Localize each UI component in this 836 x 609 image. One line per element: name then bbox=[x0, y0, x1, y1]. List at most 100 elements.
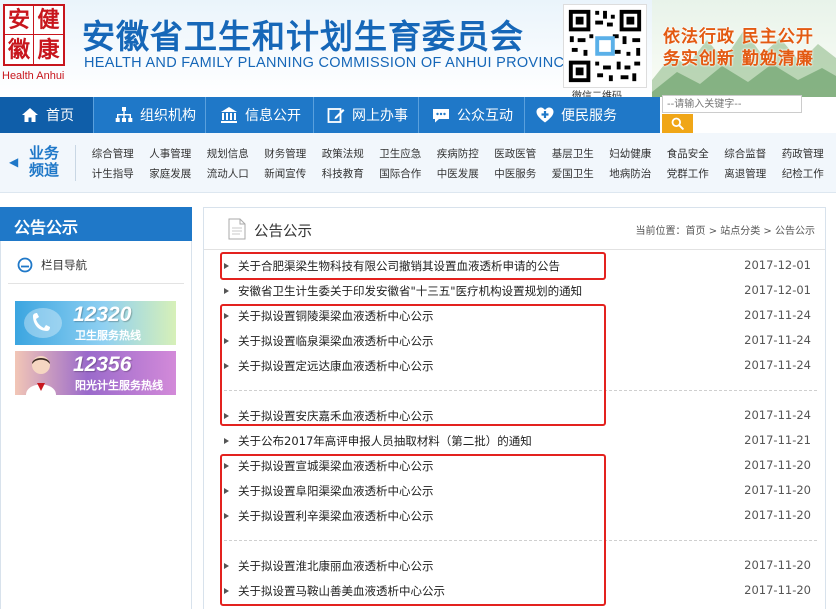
announcement-title[interactable]: 关于公布2017年高评申报人员抽取材料（第二批）的通知 bbox=[238, 433, 532, 449]
channel-arrow-icon: ◀ bbox=[9, 155, 19, 169]
nav-item-label: 组织机构 bbox=[140, 108, 196, 124]
operator-avatar-icon bbox=[26, 356, 56, 395]
announcement-date: 2017-11-21 bbox=[744, 433, 811, 447]
channel-link[interactable]: 计生指导 bbox=[84, 166, 142, 181]
logo-english-text: Health Anhui bbox=[2, 70, 65, 82]
building-icon bbox=[221, 107, 237, 123]
site-logo[interactable]: 安 健 徽 康 bbox=[3, 4, 65, 66]
column-nav-label: 栏目导航 bbox=[41, 258, 87, 272]
nav-divider bbox=[524, 97, 525, 133]
channel-link[interactable]: 科技教育 bbox=[314, 166, 372, 181]
channel-link[interactable]: 流动人口 bbox=[199, 166, 257, 181]
nav-item-info-disclosure[interactable]: 信息公开 bbox=[219, 97, 301, 133]
site-title: 安徽省卫生和计划生育委员会 bbox=[82, 17, 524, 56]
main-navigation: 首页 组织机构 信息公开 网上办事 公众互动 便民服务 bbox=[0, 97, 660, 133]
channel-link[interactable]: 爱国卫生 bbox=[544, 166, 602, 181]
channel-link[interactable]: 中医服务 bbox=[487, 166, 545, 181]
channel-row: 综合管理 人事管理 规划信息 财务管理 政策法规 卫生应急 疾病防控 医政医管 … bbox=[84, 146, 832, 161]
announcement-date: 2017-11-20 bbox=[744, 583, 811, 597]
bullet-arrow-icon bbox=[224, 438, 229, 444]
hotline-number: 12320 bbox=[73, 303, 132, 326]
hotline-label: 阳光计生服务热线 bbox=[75, 379, 163, 392]
heart-plus-icon bbox=[536, 107, 554, 123]
sidebar-divider bbox=[8, 283, 184, 284]
channel-link[interactable]: 疾病防控 bbox=[429, 146, 487, 161]
sidebar-column-nav[interactable]: 栏目导航 bbox=[0, 253, 192, 277]
nav-divider bbox=[93, 97, 94, 133]
nav-item-public-interaction[interactable]: 公众互动 bbox=[431, 97, 513, 133]
sidebar-title: 公告公示 bbox=[0, 207, 192, 241]
content-title: 公告公示 bbox=[254, 224, 312, 240]
announcement-date: 2017-11-20 bbox=[744, 508, 811, 522]
document-icon bbox=[228, 218, 246, 240]
channel-link[interactable]: 基层卫生 bbox=[544, 146, 602, 161]
site-header: 安 健 徽 康 Health Anhui 安徽省卫生和计划生育委员会 HEALT… bbox=[0, 0, 836, 97]
qr-code-icon bbox=[563, 4, 647, 88]
search-icon bbox=[671, 117, 684, 130]
announcement-date: 2017-11-24 bbox=[744, 308, 811, 322]
bullet-arrow-icon bbox=[224, 288, 229, 294]
nav-item-convenience-services[interactable]: 便民服务 bbox=[535, 97, 617, 133]
home-icon bbox=[22, 108, 38, 122]
channel-link[interactable]: 中医发展 bbox=[429, 166, 487, 181]
nav-item-label: 信息公开 bbox=[245, 108, 301, 124]
content-header: 公告公示 当前位置：首页 > 站点分类 > 公告公示 bbox=[204, 208, 825, 250]
edit-icon bbox=[327, 108, 345, 123]
nav-item-label: 网上办事 bbox=[352, 108, 408, 124]
announcement-item[interactable]: 关于公布2017年高评申报人员抽取材料（第二批）的通知 2017-11-21 bbox=[224, 432, 817, 452]
announcement-date: 2017-11-20 bbox=[744, 558, 811, 572]
sidebar bbox=[0, 241, 192, 609]
announcement-item[interactable]: 安徽省卫生计生委关于印发安徽省"十三五"医疗机构设置规划的通知 2017-12-0… bbox=[224, 282, 817, 302]
channel-link[interactable]: 离退管理 bbox=[717, 166, 775, 181]
channel-link[interactable]: 政策法规 bbox=[314, 146, 372, 161]
channel-link[interactable]: 国际合作 bbox=[372, 166, 430, 181]
nav-item-home[interactable]: 首页 bbox=[0, 97, 93, 133]
channel-link[interactable]: 药政管理 bbox=[774, 146, 832, 161]
nav-divider bbox=[205, 97, 206, 133]
channel-link[interactable]: 卫生应急 bbox=[372, 146, 430, 161]
announcement-date: 2017-12-01 bbox=[744, 258, 811, 272]
chat-icon bbox=[433, 109, 449, 123]
hotline-number: 12356 bbox=[73, 353, 132, 376]
channel-link[interactable]: 综合管理 bbox=[84, 146, 142, 161]
hotline-banner-12320[interactable]: 12320 卫生服务热线 bbox=[15, 301, 176, 345]
channel-link[interactable]: 纪检工作 bbox=[774, 166, 832, 181]
channel-link[interactable]: 地病防治 bbox=[602, 166, 660, 181]
business-channels: ◀ 业务频道 综合管理 人事管理 规划信息 财务管理 政策法规 卫生应急 疾病防… bbox=[0, 133, 836, 193]
channel-link[interactable]: 新闻宣传 bbox=[257, 166, 315, 181]
nav-item-label: 首页 bbox=[46, 108, 74, 124]
channel-link[interactable]: 财务管理 bbox=[257, 146, 315, 161]
phone-icon bbox=[24, 308, 62, 338]
channel-link[interactable]: 妇幼健康 bbox=[602, 146, 660, 161]
announcement-date: 2017-11-24 bbox=[744, 358, 811, 372]
highlight-box bbox=[220, 252, 606, 280]
logo-char: 康 bbox=[37, 36, 60, 63]
channel-link[interactable]: 家庭发展 bbox=[142, 166, 200, 181]
channel-link[interactable]: 医政医管 bbox=[487, 146, 545, 161]
logo-char: 健 bbox=[34, 6, 63, 35]
search-input[interactable] bbox=[662, 95, 802, 113]
column-nav-icon bbox=[17, 257, 33, 273]
highlight-box bbox=[220, 304, 606, 426]
channel-row: 计生指导 家庭发展 流动人口 新闻宣传 科技教育 国际合作 中医发展 中医服务 … bbox=[84, 166, 832, 181]
nav-item-online-services[interactable]: 网上办事 bbox=[326, 97, 408, 133]
announcement-title[interactable]: 安徽省卫生计生委关于印发安徽省"十三五"医疗机构设置规划的通知 bbox=[238, 283, 582, 299]
logo-char: 徽 bbox=[5, 35, 34, 64]
channel-link[interactable]: 党群工作 bbox=[659, 166, 717, 181]
channel-link[interactable]: 食品安全 bbox=[659, 146, 717, 161]
channel-link[interactable]: 人事管理 bbox=[142, 146, 200, 161]
search-button[interactable] bbox=[662, 114, 693, 133]
qr-code-label: 微信二维码 bbox=[572, 91, 622, 97]
announcement-date: 2017-11-24 bbox=[744, 408, 811, 422]
nav-divider bbox=[313, 97, 314, 133]
announcement-date: 2017-11-20 bbox=[744, 458, 811, 472]
site-title-english: HEALTH AND FAMILY PLANNING COMMISSION OF… bbox=[84, 55, 575, 71]
announcement-date: 2017-11-24 bbox=[744, 333, 811, 347]
nav-item-label: 便民服务 bbox=[561, 108, 617, 124]
channel-link[interactable]: 综合监督 bbox=[717, 146, 775, 161]
announcement-date: 2017-12-01 bbox=[744, 283, 811, 297]
channel-link[interactable]: 规划信息 bbox=[199, 146, 257, 161]
highlight-box bbox=[220, 454, 606, 606]
nav-item-organization[interactable]: 组织机构 bbox=[114, 97, 196, 133]
hotline-banner-12356[interactable]: 12356 阳光计生服务热线 bbox=[15, 351, 176, 395]
